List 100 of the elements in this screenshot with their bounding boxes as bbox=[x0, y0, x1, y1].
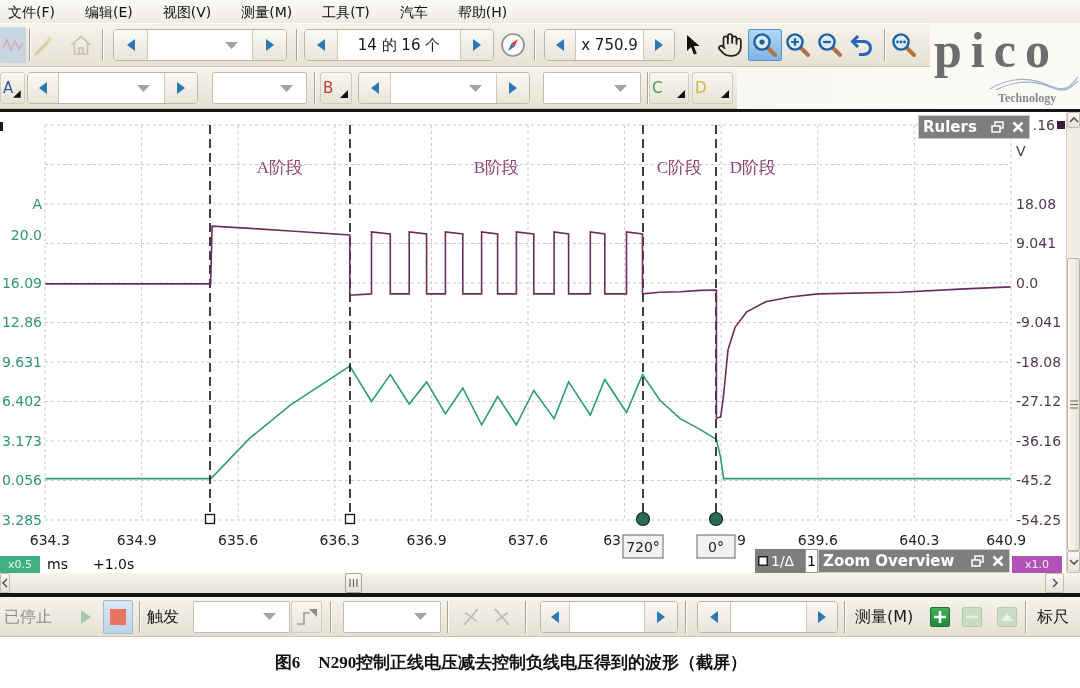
square-handle-icon[interactable] bbox=[204, 513, 216, 525]
previous-button[interactable] bbox=[114, 30, 148, 60]
scrollbar-thumb[interactable] bbox=[345, 573, 362, 593]
round-handle-icon[interactable] bbox=[708, 511, 724, 527]
left-triangle-icon bbox=[317, 39, 325, 51]
restore-icon[interactable] bbox=[991, 121, 1004, 133]
ruler-value-field[interactable]: 1 bbox=[805, 549, 818, 573]
dropdown-field[interactable] bbox=[543, 72, 641, 104]
scroll-left-button[interactable] bbox=[0, 573, 10, 593]
marker-icon bbox=[0, 122, 3, 131]
chevron-down-icon bbox=[1068, 558, 1079, 566]
left-triangle-icon bbox=[551, 610, 559, 623]
figure-caption: N290控制正线电压减去控制负线电压得到的波形（截屏） bbox=[318, 652, 748, 674]
rising-edge-icon bbox=[296, 608, 317, 625]
corner-triangle-icon bbox=[721, 90, 729, 98]
next-button[interactable] bbox=[806, 601, 837, 632]
restore-icon[interactable] bbox=[971, 555, 984, 567]
channel-button[interactable]: B bbox=[320, 72, 352, 104]
axis-label: -18.08 bbox=[1016, 353, 1062, 370]
trigger-edge-button[interactable] bbox=[291, 600, 322, 633]
magnifier-icon[interactable] bbox=[748, 29, 782, 61]
right-triangle-icon bbox=[473, 39, 481, 51]
dropdown-field[interactable] bbox=[212, 72, 307, 104]
zoom-in-icon[interactable] bbox=[786, 33, 810, 57]
corner-triangle-icon bbox=[340, 90, 348, 98]
next-button[interactable] bbox=[252, 30, 286, 60]
figure-number: 图6 bbox=[274, 652, 301, 674]
right-triangle-icon bbox=[657, 610, 665, 623]
axis-label: -36.16 bbox=[1016, 432, 1062, 449]
pointer-icon[interactable] bbox=[687, 35, 701, 55]
marker-icon bbox=[1057, 121, 1065, 129]
previous-button[interactable] bbox=[28, 73, 59, 103]
left-triangle-icon bbox=[39, 82, 47, 94]
logo-tagline: Technology bbox=[998, 91, 1057, 105]
previous-button[interactable] bbox=[305, 30, 338, 60]
next-button[interactable] bbox=[460, 30, 493, 60]
next-button[interactable] bbox=[643, 30, 674, 60]
right-triangle-icon bbox=[655, 39, 663, 51]
axis-label: 636.9 bbox=[406, 532, 447, 548]
menu-item[interactable]: 视图(V) bbox=[162, 2, 212, 21]
previous-button[interactable] bbox=[541, 601, 570, 632]
axis-unit-label: V bbox=[1016, 143, 1026, 159]
channel-button[interactable]: A bbox=[0, 72, 25, 104]
menu-item[interactable]: 编辑(E) bbox=[85, 2, 133, 21]
stage-label: C阶段 bbox=[656, 158, 703, 177]
plus-icon[interactable] bbox=[930, 606, 951, 627]
grip-icon bbox=[1069, 400, 1078, 409]
previous-button[interactable] bbox=[545, 30, 576, 60]
menu-item[interactable]: 工具(T) bbox=[322, 2, 370, 21]
panel-title: Rulers bbox=[923, 118, 977, 136]
undo-icon[interactable] bbox=[850, 33, 874, 57]
stage-label: B阶段 bbox=[473, 158, 520, 177]
menu-item[interactable]: 帮助(H) bbox=[457, 2, 508, 21]
left-triangle-icon bbox=[556, 39, 564, 51]
axis-label: 9.041 bbox=[1016, 235, 1057, 252]
next-button[interactable] bbox=[496, 73, 529, 103]
axis-label: -9.041 bbox=[1016, 314, 1062, 331]
stage-label: A阶段 bbox=[256, 158, 304, 177]
axis-label: 9.631 bbox=[1, 354, 42, 370]
scroll-up-button[interactable] bbox=[1067, 112, 1080, 128]
axis-label: -54.25 bbox=[1016, 512, 1062, 528]
previous-button[interactable] bbox=[359, 73, 391, 103]
compass-icon[interactable] bbox=[501, 33, 525, 57]
zoom-out-icon[interactable] bbox=[818, 33, 842, 57]
chevron-left-icon bbox=[1, 578, 9, 588]
measure-label: 测量(M) bbox=[855, 606, 914, 627]
previous-button[interactable] bbox=[698, 601, 731, 632]
status-label: 已停止 bbox=[4, 606, 52, 627]
scrollbar-thumb[interactable] bbox=[1067, 258, 1080, 551]
close-icon[interactable] bbox=[1012, 121, 1024, 133]
menu-item[interactable]: 文件(F) bbox=[8, 2, 55, 21]
square-icon bbox=[758, 556, 768, 566]
close-icon[interactable] bbox=[992, 555, 1004, 567]
scroll-down-button[interactable] bbox=[1067, 551, 1080, 573]
axis-label: 640.9 bbox=[986, 532, 1027, 548]
hand-icon[interactable] bbox=[717, 32, 743, 58]
zoom-badge: x0.5 bbox=[0, 556, 40, 573]
axis-label: 12.86 bbox=[1, 314, 42, 331]
phase-tag: 0° bbox=[696, 534, 736, 559]
dropdown-field[interactable] bbox=[193, 600, 290, 633]
chevron-right-icon bbox=[1050, 578, 1059, 588]
axis-label: 640.3 bbox=[899, 532, 940, 548]
caret-icon bbox=[280, 84, 293, 92]
zoom-badge: x1.0 bbox=[1012, 556, 1062, 573]
scroll-right-button[interactable] bbox=[1045, 573, 1064, 593]
zoom-fit-icon[interactable] bbox=[892, 33, 916, 57]
stop-icon[interactable] bbox=[103, 599, 133, 634]
square-handle-icon[interactable] bbox=[344, 513, 356, 525]
axis-label: 639.6 bbox=[797, 532, 838, 548]
next-button[interactable] bbox=[164, 73, 197, 103]
stage-label: D阶段 bbox=[729, 158, 777, 177]
round-handle-icon[interactable] bbox=[635, 511, 651, 527]
caret-icon bbox=[469, 84, 482, 92]
dropdown-field[interactable] bbox=[343, 600, 441, 633]
menu-item[interactable]: 测量(M) bbox=[241, 2, 293, 21]
ruler-label: 标尺 bbox=[1037, 606, 1070, 627]
axis-label: 16.09 bbox=[1, 274, 42, 291]
menu-item[interactable]: 汽车 bbox=[399, 2, 428, 21]
corner-triangle-icon bbox=[13, 90, 21, 98]
next-button[interactable] bbox=[644, 601, 677, 632]
